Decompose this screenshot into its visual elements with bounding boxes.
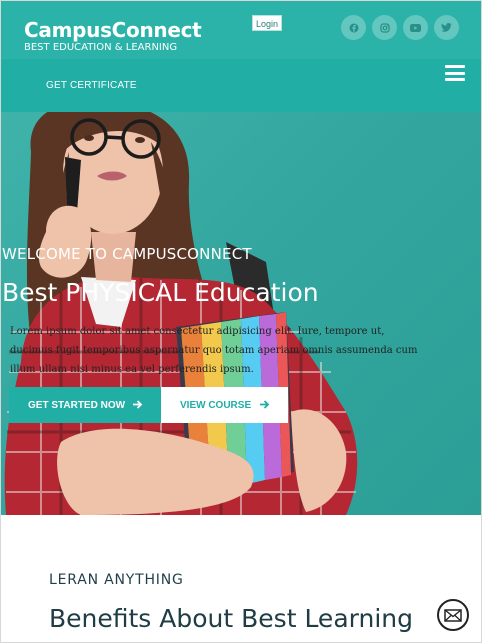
get-started-button[interactable]: GET STARTED NOW <box>9 387 161 423</box>
benefits-kicker: LERAN ANYTHING <box>49 572 184 588</box>
login-button[interactable]: Login <box>252 15 283 31</box>
brand-tagline: BEST EDUCATION & LEARNING <box>24 42 178 53</box>
main-navbar: GET CERTIFICATE <box>1 59 481 112</box>
hero-title: Best PHYSICAL Education <box>2 278 319 307</box>
hamburger-bar <box>445 65 465 68</box>
arrow-right-icon <box>260 400 270 409</box>
hero-kicker: WELCOME TO CAMPUSCONNECT <box>2 245 252 263</box>
twitter-icon[interactable] <box>434 15 459 40</box>
get-started-label: GET STARTED NOW <box>28 399 126 411</box>
get-certificate-link[interactable]: GET CERTIFICATE <box>46 80 137 91</box>
youtube-icon[interactable] <box>403 15 428 40</box>
hero-student-photo <box>4 112 358 515</box>
benefits-title: Benefits About Best Learning <box>49 604 413 633</box>
hamburger-icon[interactable] <box>445 65 465 81</box>
view-course-label: VIEW COURSE <box>180 399 252 411</box>
hero-description: Lorem ipsum dolor sit amet consectetur a… <box>10 326 418 375</box>
top-header: CampusConnect BEST EDUCATION & LEARNING … <box>1 1 481 59</box>
arrow-right-icon <box>133 400 143 409</box>
facebook-icon[interactable] <box>341 15 366 40</box>
mail-icon[interactable] <box>437 599 469 631</box>
brand-logo-text[interactable]: CampusConnect <box>24 18 202 42</box>
page-frame: CampusConnect BEST EDUCATION & LEARNING … <box>0 0 482 643</box>
hamburger-bar <box>445 78 465 81</box>
hero-section: WELCOME TO CAMPUSCONNECT Best PHYSICAL E… <box>1 112 481 515</box>
view-course-button[interactable]: VIEW COURSE <box>161 387 288 423</box>
instagram-icon[interactable] <box>372 15 397 40</box>
hamburger-bar <box>445 71 465 75</box>
